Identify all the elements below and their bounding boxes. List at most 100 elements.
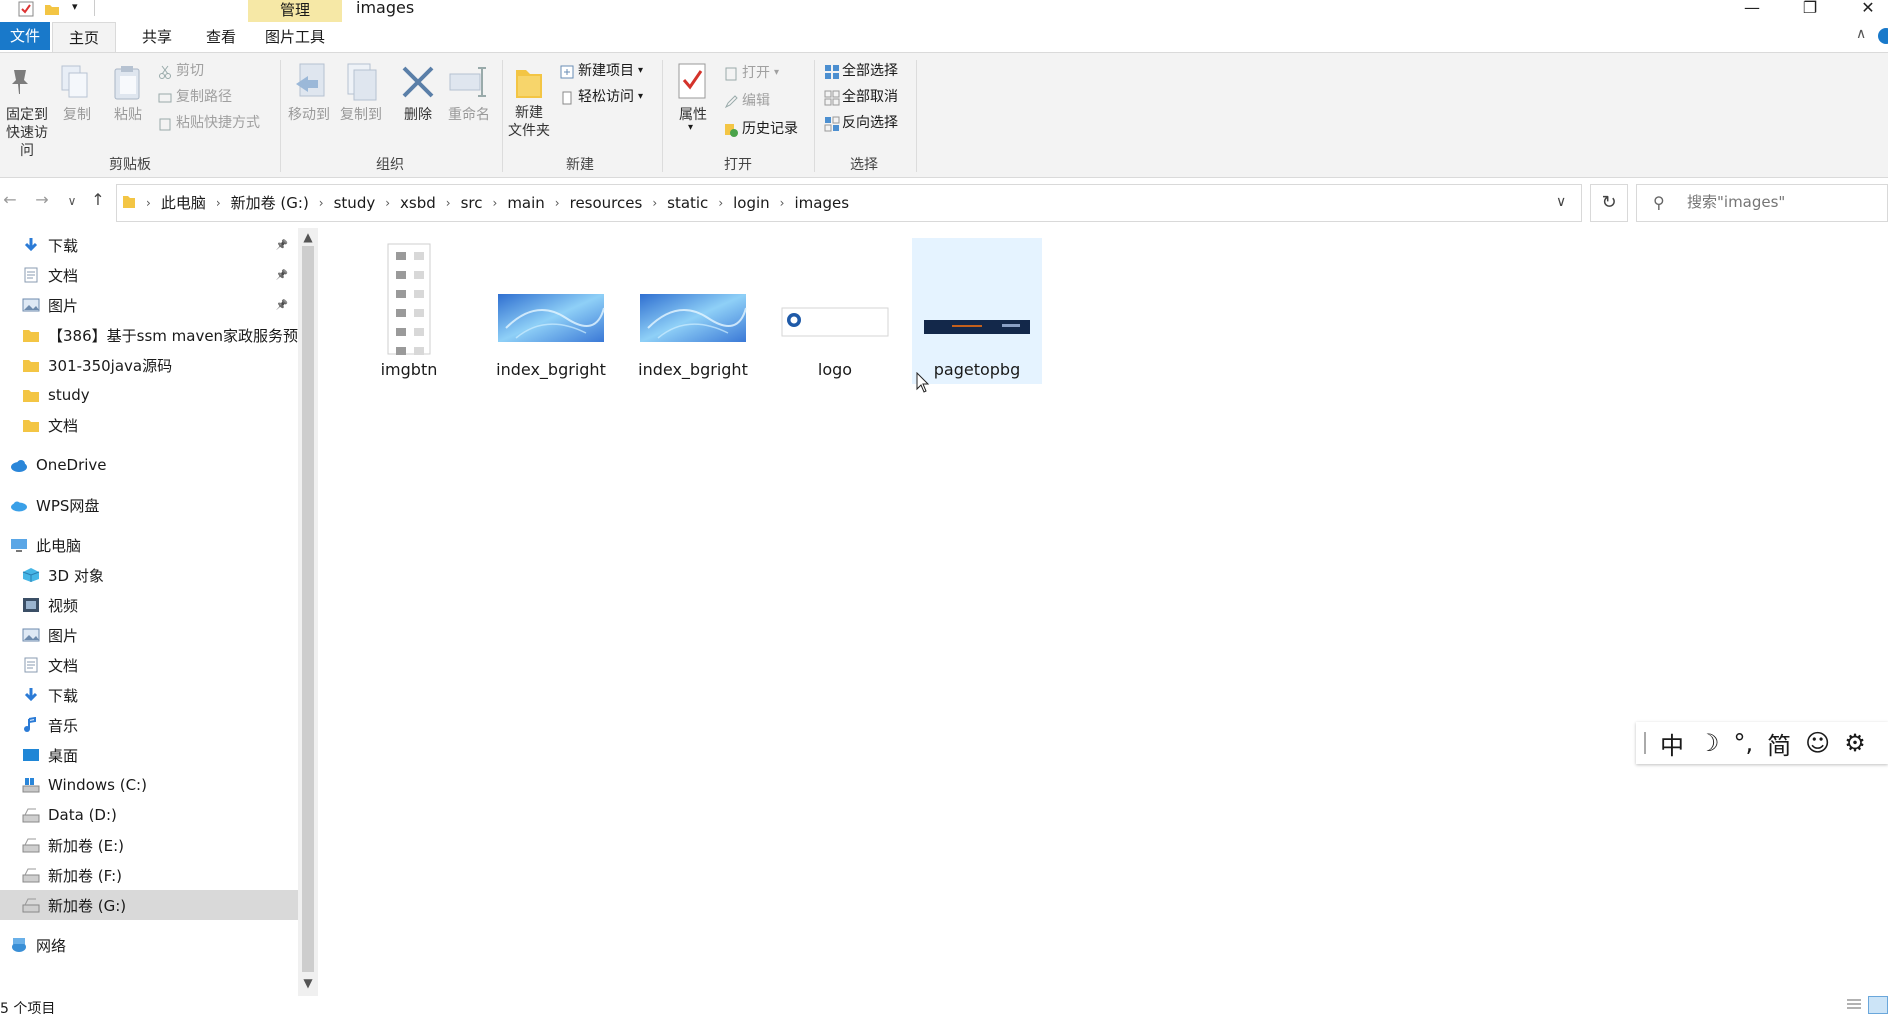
refresh-button[interactable]: ↻ <box>1590 184 1628 222</box>
ime-emoji-icon[interactable]: ☺ <box>1805 729 1830 757</box>
quick-access-item[interactable]: 文档 <box>0 410 298 440</box>
nav-item-onedrive[interactable]: OneDrive <box>0 450 298 480</box>
breadcrumb-item[interactable]: static <box>659 194 716 212</box>
up-arrow-icon[interactable]: ↑ <box>88 190 108 209</box>
ime-mode-toggle[interactable]: 中 <box>1660 726 1684 761</box>
tab-home[interactable]: 主页 <box>52 22 117 52</box>
breadcrumb-separator-icon: › <box>385 195 391 210</box>
new-folder-button[interactable]: 新建 文件夹 <box>504 104 554 140</box>
quick-access-item[interactable]: 【386】基于ssm maven家政服务预约 <box>0 320 298 350</box>
this-pc-item[interactable]: 3D 对象 <box>0 560 298 590</box>
nav-item-this-pc[interactable]: 此电脑 <box>0 530 298 560</box>
this-pc-item[interactable]: Windows (C:) <box>0 770 298 800</box>
file-item[interactable]: index_bgright <box>486 238 616 384</box>
copy-button[interactable]: 复制 <box>58 106 96 124</box>
nav-scrollbar-thumb[interactable] <box>302 246 314 972</box>
invert-selection-button[interactable]: 反向选择 <box>824 112 898 134</box>
move-to-button[interactable]: 移动到 <box>284 106 334 124</box>
properties-check-icon[interactable] <box>18 1 34 17</box>
file-item[interactable]: logo <box>770 238 900 384</box>
tab-share[interactable]: 共享 <box>130 22 184 48</box>
ime-drag-handle[interactable] <box>1644 732 1646 754</box>
recent-locations-icon[interactable]: ∨ <box>62 194 82 208</box>
nav-item-label: 此电脑 <box>36 536 82 555</box>
scroll-up-icon[interactable]: ▲ <box>298 230 318 244</box>
video-icon <box>22 597 40 613</box>
breadcrumb-item[interactable]: resources <box>562 194 651 212</box>
new-item-button[interactable]: 新建项目 ▾ <box>560 60 643 82</box>
chevron-down-icon[interactable]: ▾ <box>688 122 693 133</box>
this-pc-item[interactable]: 新加卷 (F:) <box>0 860 298 890</box>
tab-view[interactable]: 查看 <box>194 22 248 48</box>
search-input[interactable] <box>1687 193 1877 211</box>
quick-access-item[interactable]: 图片 📌 <box>0 290 298 320</box>
tab-picture-tools[interactable]: 图片工具 <box>248 22 342 52</box>
forward-arrow-icon[interactable]: → <box>32 190 52 209</box>
new-folder-icon[interactable] <box>44 1 60 17</box>
rename-button[interactable]: 重命名 <box>444 106 494 124</box>
large-icons-view-icon[interactable] <box>1868 996 1888 1014</box>
back-arrow-icon[interactable]: ← <box>0 190 20 209</box>
breadcrumb-item[interactable]: login <box>725 194 778 212</box>
breadcrumb-item[interactable]: images <box>786 194 857 212</box>
breadcrumb-item[interactable]: main <box>499 194 552 212</box>
quick-access-item[interactable]: 301-350java源码 <box>0 350 298 380</box>
edit-button[interactable]: 编辑 <box>724 90 770 112</box>
breadcrumb-item[interactable]: 新加卷 (G:) <box>223 192 317 213</box>
breadcrumb-item[interactable]: src <box>453 194 491 212</box>
this-pc-item[interactable]: Data (D:) <box>0 800 298 830</box>
file-item[interactable]: imgbtn <box>344 238 474 384</box>
breadcrumb-item[interactable]: xsbd <box>392 194 444 212</box>
collapse-ribbon-icon[interactable]: ∧ <box>1856 26 1866 42</box>
this-pc-item[interactable]: 视频 <box>0 590 298 620</box>
cut-button[interactable]: 剪切 <box>158 60 204 82</box>
select-none-button[interactable]: 全部取消 <box>824 86 898 108</box>
tab-file[interactable]: 文件 <box>0 22 50 50</box>
history-button[interactable]: 历史记录 <box>724 118 798 140</box>
pin-quick-access-button[interactable]: 固定到 快速访问 <box>0 106 54 160</box>
easy-access-button[interactable]: 轻松访问 ▾ <box>560 86 643 108</box>
this-pc-item[interactable]: 新加卷 (G:) <box>0 890 298 920</box>
this-pc-item[interactable]: 文档 <box>0 650 298 680</box>
quick-access-item[interactable]: 文档 📌 <box>0 260 298 290</box>
copy-to-button[interactable]: 复制到 <box>336 106 386 124</box>
this-pc-item[interactable]: 新加卷 (E:) <box>0 830 298 860</box>
paste-shortcut-button[interactable]: 粘贴快捷方式 <box>158 112 260 134</box>
copy-path-button[interactable]: 复制路径 <box>158 86 232 108</box>
qat-dropdown-icon[interactable]: ▾ <box>72 0 78 13</box>
close-button[interactable]: ✕ <box>1848 0 1888 17</box>
breadcrumb-item[interactable]: 此电脑 <box>153 192 214 213</box>
search-box[interactable]: ⚲ <box>1636 184 1888 222</box>
address-history-chevron-down-icon[interactable]: ∨ <box>1556 194 1566 210</box>
nav-item-label: study <box>48 386 90 404</box>
file-item[interactable]: index_bgright <box>628 238 758 384</box>
nav-item-network[interactable]: 网络 <box>0 930 298 960</box>
delete-button[interactable]: 删除 <box>398 106 438 124</box>
minimize-button[interactable]: — <box>1732 0 1772 17</box>
ime-settings-gear-icon[interactable]: ⚙ <box>1844 729 1866 757</box>
nav-item-wps[interactable]: WPS网盘 <box>0 490 298 520</box>
group-label-clipboard: 剪贴板 <box>109 157 151 173</box>
scroll-down-icon[interactable]: ▼ <box>298 976 318 990</box>
breadcrumb-item[interactable]: study <box>326 194 384 212</box>
this-pc-item[interactable]: 音乐 <box>0 710 298 740</box>
this-pc-item[interactable]: 桌面 <box>0 740 298 770</box>
ime-moon-icon[interactable]: ☽ <box>1698 729 1720 757</box>
help-icon[interactable] <box>1878 28 1888 44</box>
nav-item-label: 3D 对象 <box>48 566 104 585</box>
select-all-button[interactable]: 全部选择 <box>824 60 898 82</box>
quick-access-item[interactable]: study <box>0 380 298 410</box>
file-item[interactable]: pagetopbg <box>912 238 1042 384</box>
quick-access-item[interactable]: 下载 📌 <box>0 230 298 260</box>
details-view-icon[interactable] <box>1846 998 1862 1016</box>
paste-button[interactable]: 粘贴 <box>108 106 148 124</box>
refresh-icon: ↻ <box>1601 192 1617 213</box>
open-button[interactable]: 打开 ▾ <box>724 62 779 84</box>
download-arrow-icon <box>22 237 40 253</box>
this-pc-item[interactable]: 图片 <box>0 620 298 650</box>
restore-button[interactable]: ❐ <box>1790 0 1830 17</box>
this-pc-item[interactable]: 下载 <box>0 680 298 710</box>
ime-simplified-toggle[interactable]: 简 <box>1767 726 1791 761</box>
ime-punctuation-toggle[interactable]: °, <box>1734 729 1754 757</box>
cloud-icon <box>10 457 28 473</box>
